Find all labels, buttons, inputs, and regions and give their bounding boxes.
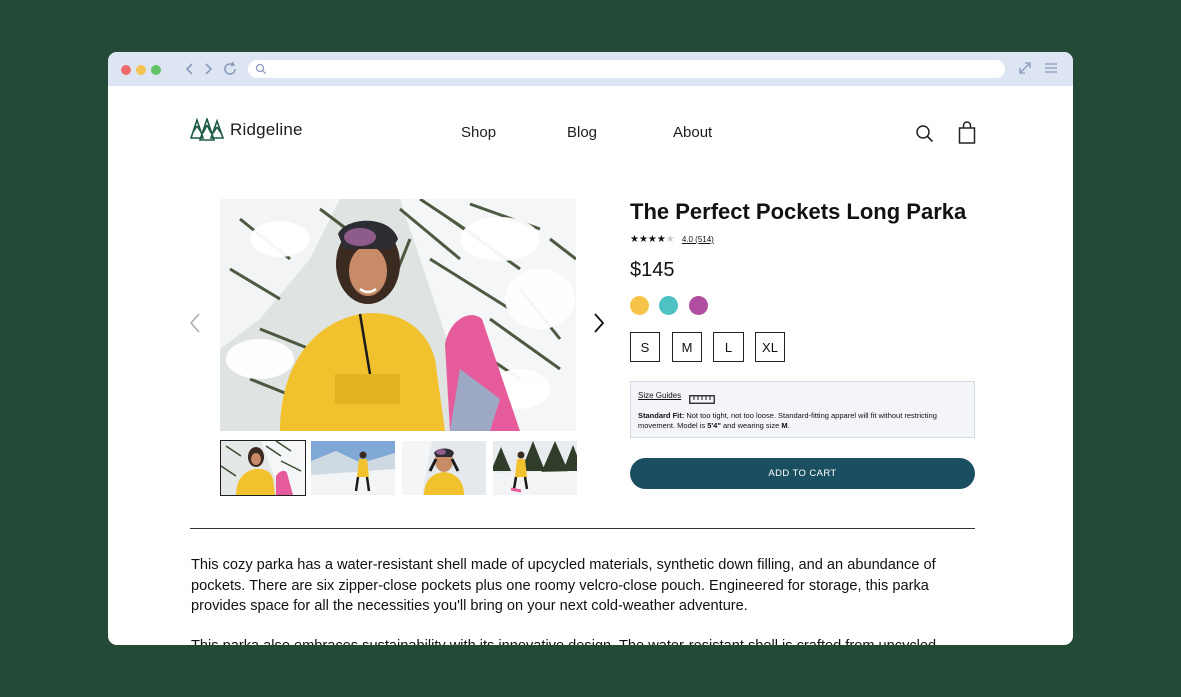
star-rating-icon: ★★★★★ bbox=[630, 234, 675, 245]
color-swatch-magenta[interactable] bbox=[689, 296, 708, 315]
add-to-cart-button[interactable]: ADD TO CART bbox=[630, 458, 975, 489]
thumbnail-4[interactable] bbox=[493, 441, 577, 495]
section-divider bbox=[190, 528, 975, 529]
product-description: This cozy parka has a water-resistant sh… bbox=[191, 557, 936, 614]
color-swatch-yellow[interactable] bbox=[630, 296, 649, 315]
reload-icon[interactable] bbox=[222, 60, 238, 78]
brand-name: Ridgeline bbox=[230, 120, 303, 139]
close-window-button[interactable] bbox=[121, 65, 131, 75]
thumbnail-2[interactable] bbox=[311, 441, 395, 495]
maximize-window-button[interactable] bbox=[151, 65, 161, 75]
browser-window: Ridgeline Shop Blog About The Perfect Po… bbox=[108, 52, 1073, 645]
chevron-left-icon[interactable] bbox=[188, 312, 202, 339]
thumbnail-1[interactable] bbox=[220, 440, 306, 496]
address-search-icon bbox=[255, 63, 266, 74]
thumbnail-3[interactable] bbox=[402, 441, 486, 495]
nav-shop[interactable]: Shop bbox=[461, 124, 496, 141]
product-price: $145 bbox=[630, 259, 675, 281]
pine-trees-icon bbox=[190, 118, 224, 141]
nav-blog[interactable]: Blog bbox=[567, 124, 597, 141]
product-page: Ridgeline Shop Blog About The Perfect Po… bbox=[108, 86, 1073, 645]
color-swatch-teal[interactable] bbox=[659, 296, 678, 315]
size-guides-link[interactable]: Size Guides bbox=[638, 391, 681, 400]
address-bar[interactable] bbox=[248, 60, 1005, 78]
product-title: The Perfect Pockets Long Parka bbox=[630, 199, 967, 224]
browser-toolbar bbox=[108, 52, 1073, 86]
product-rating[interactable]: ★★★★★ 4.0 (514) bbox=[630, 234, 714, 245]
nav-about[interactable]: About bbox=[673, 124, 712, 141]
rating-count-link[interactable]: 4.0 (514) bbox=[682, 235, 714, 244]
chevron-right-icon[interactable] bbox=[592, 312, 606, 339]
ruler-icon bbox=[689, 391, 715, 409]
size-option-m[interactable]: M bbox=[672, 332, 702, 362]
size-option-s[interactable]: S bbox=[630, 332, 660, 362]
shopping-bag-icon[interactable] bbox=[957, 121, 977, 150]
brand-logo[interactable]: Ridgeline bbox=[190, 118, 303, 142]
product-description-continued: This parka also embraces sustainability … bbox=[191, 636, 981, 645]
back-icon[interactable] bbox=[182, 60, 198, 78]
size-guide-description: Standard Fit: Not too tight, not too loo… bbox=[638, 411, 937, 430]
expand-icon[interactable] bbox=[1018, 61, 1032, 80]
forward-icon[interactable] bbox=[200, 60, 216, 78]
minimize-window-button[interactable] bbox=[136, 65, 146, 75]
size-option-xl[interactable]: XL bbox=[755, 332, 785, 362]
size-option-l[interactable]: L bbox=[713, 332, 744, 362]
menu-icon[interactable] bbox=[1044, 61, 1058, 80]
search-icon[interactable] bbox=[915, 124, 935, 149]
product-main-image bbox=[220, 199, 576, 431]
size-guide-panel: Size Guides Standard Fit: Not too tight,… bbox=[630, 381, 975, 438]
